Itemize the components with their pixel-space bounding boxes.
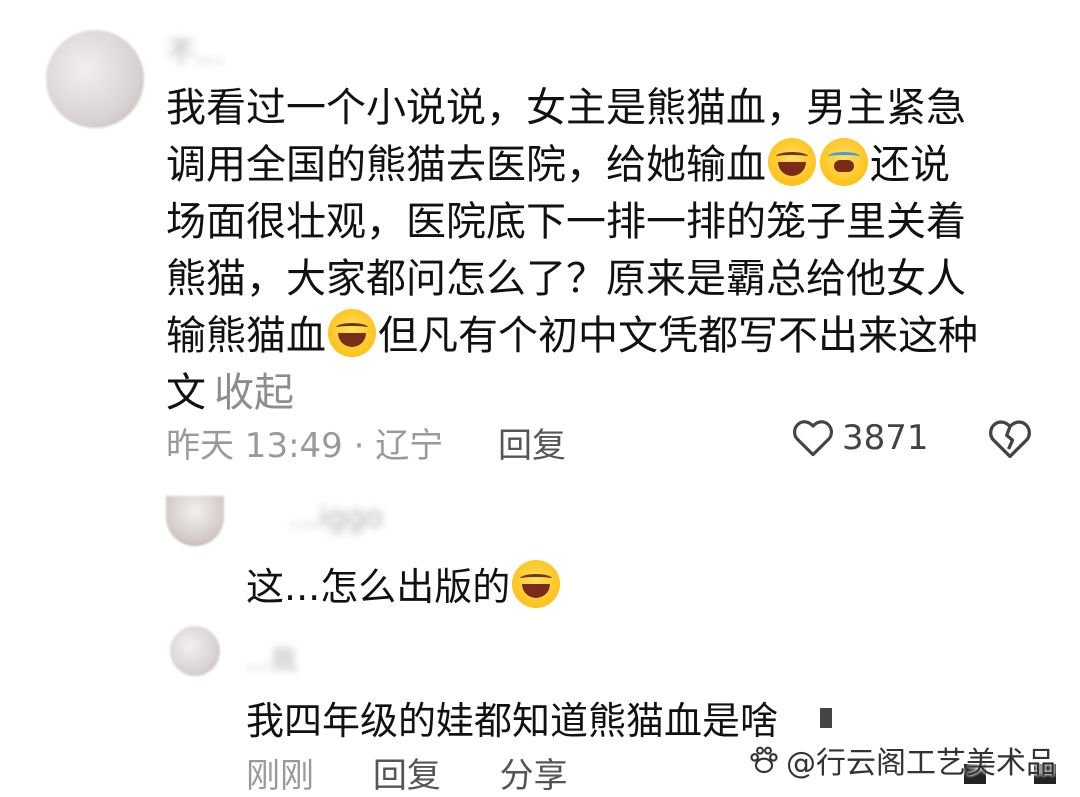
reply-avatar[interactable] — [170, 626, 220, 676]
reply-button[interactable]: 回复 — [498, 426, 566, 466]
comment-line-text: 调用全国的熊猫去医院，给她输血 — [166, 142, 766, 188]
comment-meta: 昨天 13:49 · 辽宁 回复 — [166, 418, 566, 467]
comment-timestamp: 昨天 13:49 · 辽宁 — [166, 426, 444, 466]
pixel-smudge — [820, 708, 832, 728]
reply-button[interactable]: 回复 — [373, 756, 441, 796]
comment-line: 文收起 — [166, 365, 1046, 422]
reply-timestamp: 刚刚 — [246, 756, 314, 796]
reply-meta: 刚刚 回复 分享 — [246, 748, 568, 797]
comment-line-text: 还说 — [870, 142, 950, 188]
heart-outline-icon — [792, 420, 834, 457]
paw-icon — [750, 746, 778, 774]
crying-laugh-emoji-icon — [820, 138, 868, 186]
reply-text: 我四年级的娃都知道熊猫血是啥 — [246, 699, 779, 743]
comment-line-text: 输熊猫血 — [166, 313, 326, 359]
watermark: @行云阁工艺美术品 — [748, 738, 1056, 782]
like-count: 3871 — [842, 418, 929, 458]
comment-line: 场面很壮观，医院底下一排一排的笼子里关着 — [166, 199, 966, 245]
reply-text: 这...怎么出版的 — [246, 556, 562, 611]
rofl-emoji-icon — [512, 560, 561, 608]
comment-body: 我看过一个小说说，女主是熊猫血，男主紧急 调用全国的熊猫去医院，给她输血 还说 场… — [166, 80, 1046, 422]
comment-line-text: 但凡有个初中文凭都写不出来这种 — [378, 313, 978, 359]
broken-heart-icon[interactable] — [988, 418, 1032, 460]
comment-line: 输熊猫血 但凡有个初中文凭都写不出来这种 — [166, 308, 1046, 365]
watermark-text: @行云阁工艺美术品 — [786, 746, 1056, 781]
reply-author[interactable]: ...我 — [246, 640, 297, 677]
collapse-link[interactable]: 收起 — [214, 370, 294, 416]
comment-line: 我看过一个小说说，女主是熊猫血，男主紧急 — [166, 85, 966, 131]
reply-avatar[interactable] — [166, 496, 224, 546]
comment-line: 调用全国的熊猫去医院，给她输血 还说 — [166, 137, 1046, 194]
rofl-emoji-icon — [328, 309, 376, 357]
comment-line-text: 文 — [166, 370, 206, 416]
rofl-emoji-icon — [768, 138, 816, 186]
commenter-name[interactable]: 不... — [166, 28, 225, 72]
reply-text-content: 这...怎么出版的 — [246, 565, 511, 609]
commenter-avatar[interactable] — [46, 30, 144, 128]
comment-line: 熊猫，大家都问怎么了？原来是霸总给他女人 — [166, 256, 966, 302]
reply-author[interactable]: ...iggo — [290, 500, 383, 535]
share-button[interactable]: 分享 — [500, 756, 568, 796]
like-button[interactable]: 3871 — [792, 418, 929, 458]
